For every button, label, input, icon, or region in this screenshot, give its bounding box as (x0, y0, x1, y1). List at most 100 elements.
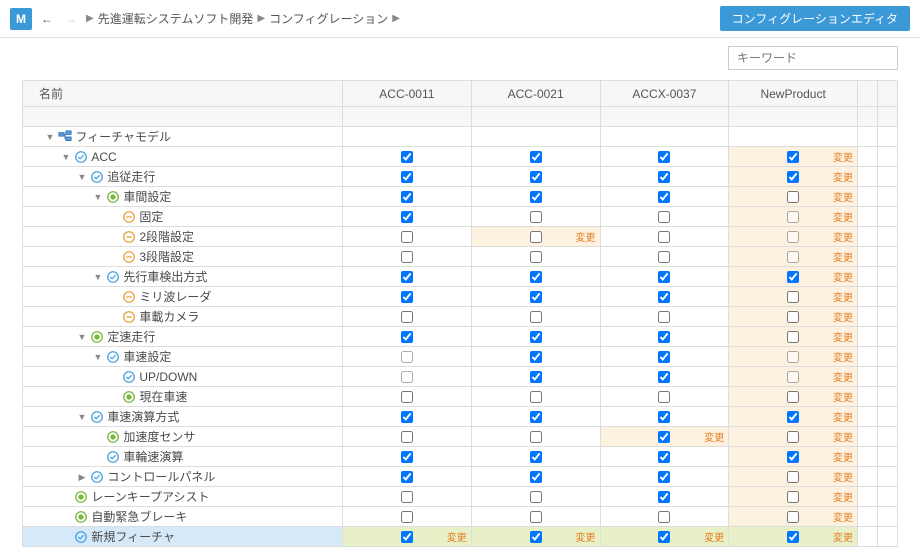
breadcrumb-item[interactable]: コンフィグレーション (269, 10, 388, 27)
expand-toggle[interactable]: ▼ (77, 412, 87, 422)
tree-cell[interactable]: 2段階設定 (23, 227, 343, 247)
table-row[interactable]: ▼ 先行車検出方式変更 (23, 267, 898, 287)
config-cell[interactable]: 変更 (729, 447, 858, 467)
feature-checkbox[interactable] (658, 211, 670, 223)
feature-checkbox[interactable] (401, 211, 413, 223)
feature-checkbox[interactable] (787, 311, 799, 323)
tree-cell[interactable]: ▶ コントロールパネル (23, 467, 343, 487)
feature-checkbox[interactable] (787, 231, 799, 243)
table-row[interactable]: 2段階設定変更変更 (23, 227, 898, 247)
table-row[interactable]: 加速度センサ変更変更 (23, 427, 898, 447)
feature-checkbox[interactable] (658, 491, 670, 503)
config-cell[interactable] (343, 507, 472, 527)
feature-checkbox[interactable] (530, 391, 542, 403)
feature-checkbox[interactable] (787, 471, 799, 483)
config-cell[interactable] (600, 447, 729, 467)
feature-checkbox[interactable] (530, 251, 542, 263)
expand-toggle[interactable]: ▼ (77, 172, 87, 182)
config-cell[interactable]: 変更 (729, 507, 858, 527)
feature-checkbox[interactable] (658, 471, 670, 483)
table-row[interactable]: ▼ 車速演算方式変更 (23, 407, 898, 427)
config-cell[interactable] (600, 187, 729, 207)
table-row[interactable]: 新規フィーチャ変更変更変更変更 (23, 527, 898, 547)
feature-checkbox[interactable] (401, 231, 413, 243)
tree-cell[interactable]: 3段階設定 (23, 247, 343, 267)
feature-checkbox[interactable] (658, 371, 670, 383)
feature-checkbox[interactable] (658, 151, 670, 163)
app-menu-button[interactable]: M (10, 8, 32, 30)
config-cell[interactable] (343, 327, 472, 347)
feature-checkbox[interactable] (787, 331, 799, 343)
feature-checkbox[interactable] (787, 291, 799, 303)
tree-cell[interactable]: 固定 (23, 207, 343, 227)
feature-checkbox[interactable] (530, 451, 542, 463)
feature-checkbox[interactable] (401, 251, 413, 263)
tree-cell[interactable]: ミリ波レーダ (23, 287, 343, 307)
feature-checkbox[interactable] (530, 491, 542, 503)
config-cell[interactable] (343, 287, 472, 307)
config-cell[interactable] (471, 347, 600, 367)
feature-checkbox[interactable] (401, 471, 413, 483)
config-cell[interactable] (471, 187, 600, 207)
config-cell[interactable]: 変更 (729, 487, 858, 507)
config-cell[interactable]: 変更 (729, 267, 858, 287)
table-row[interactable]: 車載カメラ変更 (23, 307, 898, 327)
config-cell[interactable] (471, 407, 600, 427)
tree-cell[interactable]: 新規フィーチャ (23, 527, 343, 547)
feature-checkbox[interactable] (401, 171, 413, 183)
config-cell[interactable]: 変更 (729, 387, 858, 407)
table-row[interactable]: 3段階設定変更 (23, 247, 898, 267)
config-cell[interactable]: 変更 (729, 227, 858, 247)
col-config[interactable]: ACC-0011 (343, 81, 472, 107)
feature-checkbox[interactable] (401, 371, 413, 383)
feature-checkbox[interactable] (658, 351, 670, 363)
config-cell[interactable] (600, 507, 729, 527)
config-cell[interactable]: 変更 (729, 287, 858, 307)
config-cell[interactable]: 変更 (729, 407, 858, 427)
feature-checkbox[interactable] (787, 251, 799, 263)
feature-checkbox[interactable] (787, 271, 799, 283)
config-cell[interactable]: 変更 (729, 307, 858, 327)
config-cell[interactable] (600, 167, 729, 187)
config-cell[interactable]: 変更 (729, 147, 858, 167)
feature-checkbox[interactable] (787, 211, 799, 223)
tree-cell[interactable]: 自動緊急ブレーキ (23, 507, 343, 527)
feature-checkbox[interactable] (530, 331, 542, 343)
table-row[interactable]: ▶ コントロールパネル変更 (23, 467, 898, 487)
feature-checkbox[interactable] (658, 431, 670, 443)
feature-checkbox[interactable] (787, 371, 799, 383)
config-cell[interactable]: 変更 (600, 527, 729, 547)
config-cell[interactable] (600, 207, 729, 227)
config-cell[interactable]: 変更 (729, 207, 858, 227)
table-row[interactable]: 固定 変更 (23, 207, 898, 227)
config-cell[interactable] (343, 407, 472, 427)
feature-checkbox[interactable] (401, 331, 413, 343)
feature-checkbox[interactable] (530, 431, 542, 443)
feature-checkbox[interactable] (401, 311, 413, 323)
feature-checkbox[interactable] (658, 531, 670, 543)
feature-checkbox[interactable] (787, 191, 799, 203)
config-cell[interactable] (600, 227, 729, 247)
feature-checkbox[interactable] (401, 531, 413, 543)
col-config[interactable]: ACCX-0037 (600, 81, 729, 107)
config-cell[interactable] (343, 207, 472, 227)
config-editor-button[interactable]: コンフィグレーションエディタ (720, 6, 910, 31)
config-cell[interactable] (343, 427, 472, 447)
feature-checkbox[interactable] (787, 411, 799, 423)
expand-toggle[interactable]: ▼ (45, 132, 55, 142)
config-cell[interactable]: 変更 (600, 427, 729, 447)
feature-checkbox[interactable] (787, 391, 799, 403)
table-row[interactable]: ▼ 車間設定変更 (23, 187, 898, 207)
config-cell[interactable] (343, 267, 472, 287)
config-cell[interactable] (600, 487, 729, 507)
config-cell[interactable] (600, 367, 729, 387)
feature-checkbox[interactable] (787, 171, 799, 183)
feature-checkbox[interactable] (401, 271, 413, 283)
config-cell[interactable] (343, 387, 472, 407)
feature-checkbox[interactable] (401, 291, 413, 303)
feature-checkbox[interactable] (530, 531, 542, 543)
tree-cell[interactable]: ▼ 定速走行 (23, 327, 343, 347)
table-row[interactable]: 現在車速変更 (23, 387, 898, 407)
feature-checkbox[interactable] (401, 191, 413, 203)
col-name[interactable]: 名前 (23, 81, 343, 107)
